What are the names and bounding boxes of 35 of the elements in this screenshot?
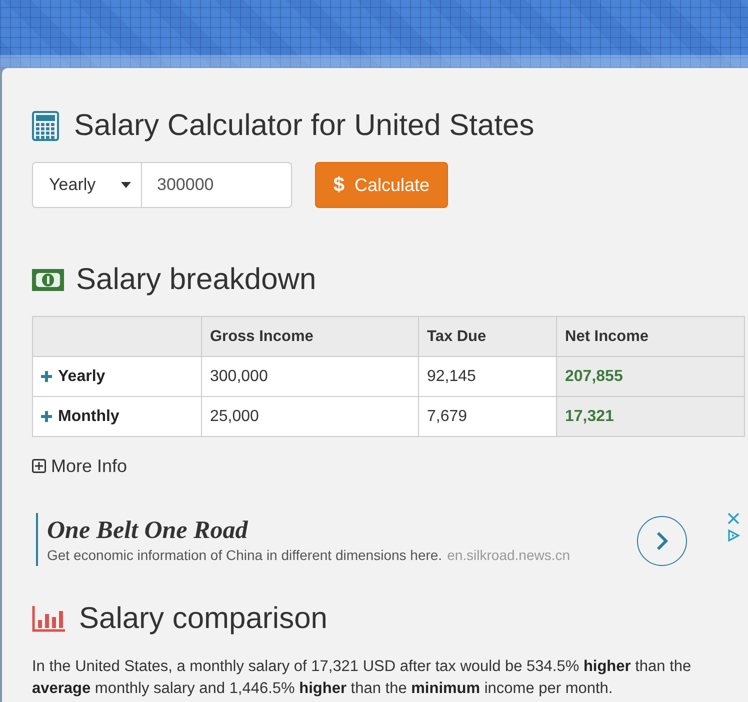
plus-icon[interactable] [41,371,52,382]
period-select[interactable]: Yearly [32,162,142,208]
plus-icon[interactable] [41,411,52,422]
dollar-icon: $ [333,175,345,195]
next-button[interactable] [637,516,687,566]
ad-banner[interactable]: One Belt One Road Get economic information of China in different dimensions here. en.silkroad.news.cn [36,513,637,566]
ad-url: en.silkroad.news.cn [447,546,570,562]
table-cell: 25,000 [202,396,418,436]
chevron-right-icon [656,531,668,551]
bar-chart-icon [32,606,65,632]
section-title: Salary breakdown [76,263,316,297]
table-cell: 92,145 [418,356,556,396]
amount-input[interactable]: 300000 [142,162,292,208]
row-label[interactable]: Yearly [58,368,106,386]
more-info-link[interactable]: More Info [51,456,128,476]
net-income-cell: 207,855 [556,356,744,396]
ad-description: Get economic information of China in different dimensions here. [47,546,442,562]
select-value: Yearly [49,175,96,195]
plus-square-icon[interactable] [32,459,46,473]
table-cell: 300,000 [202,356,418,396]
row-label[interactable]: Monthly [58,408,120,426]
column-header: Net Income [556,316,744,356]
close-icon[interactable] [727,512,740,525]
adchoices-icon[interactable] [727,529,740,542]
table-cell: 7,679 [418,396,556,436]
column-header: Tax Due [418,316,556,356]
column-header: Gross Income [202,316,418,356]
page-title: Salary Calculator for United States [74,109,534,143]
comparison-text: In the United States, a monthly salary of 17,321 USD after tax would be 534.5% higher than the average monthly salary and 1,446.5% higher than the minimum income per month. [32,657,692,699]
net-income-cell: 17,321 [556,396,744,436]
banknote-icon [32,269,64,291]
ad-headline: One Belt One Road [47,516,249,544]
caret-icon [121,182,131,188]
calculator-icon [32,111,59,141]
section-title: Salary comparison [79,602,328,636]
